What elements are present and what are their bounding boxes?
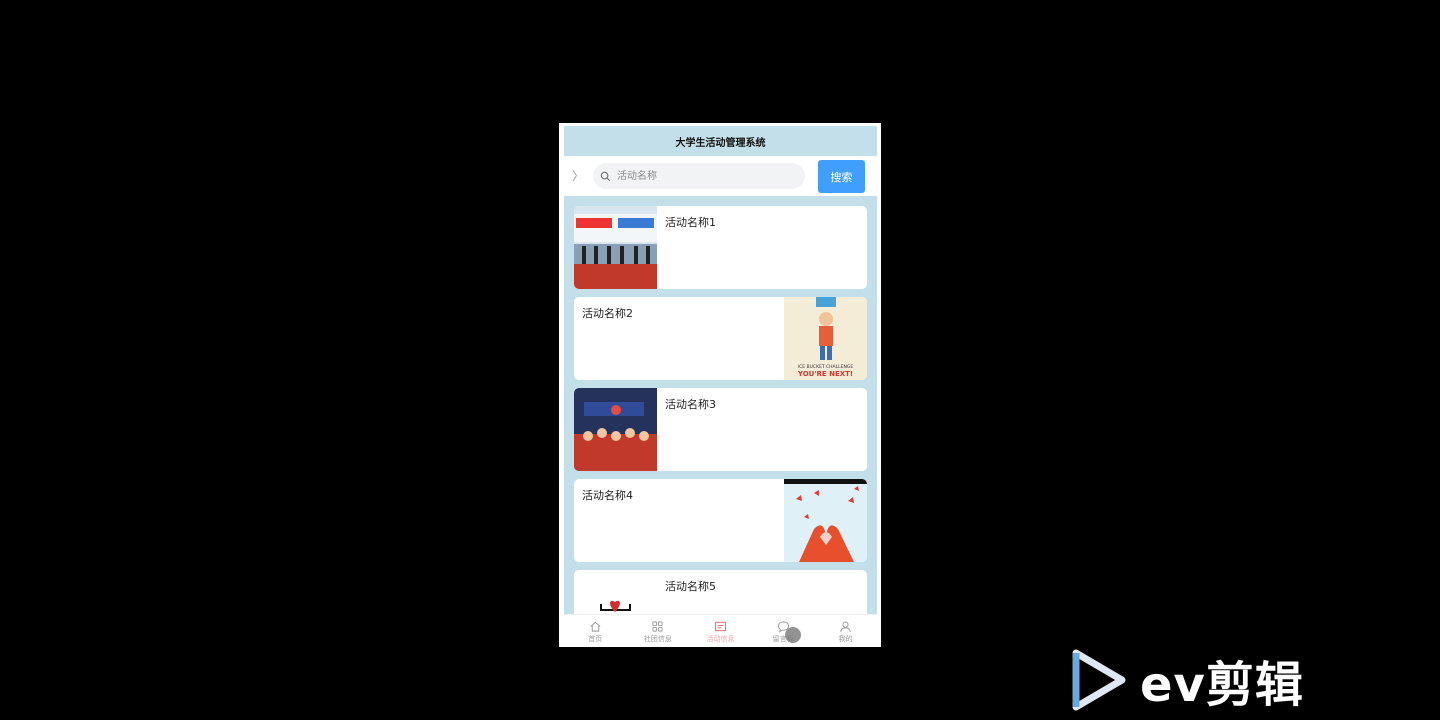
activity-name: 活动名称1 xyxy=(665,216,716,229)
tab-label: 社团信息 xyxy=(643,634,672,643)
poster-headline: YOU'RE NEXT! xyxy=(797,370,853,378)
activity-card[interactable]: 活动名称2 ICE BUCKET CHALLENGE YOU'RE NEXT! xyxy=(574,297,867,380)
activity-card[interactable]: 活动名称4 xyxy=(574,479,867,562)
activity-name: 活动名称5 xyxy=(665,580,716,593)
activity-name: 活动名称4 xyxy=(582,489,633,502)
search-button[interactable]: 搜索 xyxy=(818,160,865,193)
page-title: 大学生活动管理系统 xyxy=(564,126,877,156)
tab-label: 活动信息 xyxy=(706,634,735,643)
app-screen: 大学生活动管理系统 〉 搜索 xyxy=(564,126,877,647)
activity-card[interactable]: 活动名称3 xyxy=(574,388,867,471)
news-icon xyxy=(714,621,727,631)
heart-hands-butterflies xyxy=(784,479,867,562)
play-logo-icon xyxy=(1072,649,1126,711)
activity-card[interactable]: 活动名称1 xyxy=(574,206,867,289)
search-icon xyxy=(600,171,610,181)
ice-bucket-challenge-poster: ICE BUCKET CHALLENGE YOU'RE NEXT! xyxy=(784,297,867,380)
tab-activity-info[interactable]: 活动信息 xyxy=(689,615,752,647)
mouse-cursor xyxy=(785,627,801,643)
tab-club-info[interactable]: 社团信息 xyxy=(627,615,690,647)
home-icon xyxy=(590,621,601,632)
activity-name: 活动名称2 xyxy=(582,307,633,320)
tab-mine[interactable]: 我的 xyxy=(814,615,877,647)
search-field[interactable] xyxy=(593,163,805,189)
watermark-text: ev剪辑 xyxy=(1140,657,1304,713)
ev-watermark: ev剪辑 xyxy=(1070,645,1304,715)
event-ceremony-photo xyxy=(574,206,657,289)
activity-name: 活动名称3 xyxy=(665,398,716,411)
user-icon xyxy=(840,621,851,632)
search-bar: 〉 搜索 xyxy=(564,156,877,196)
tab-label: 我的 xyxy=(838,634,853,643)
tab-label: 首页 xyxy=(588,634,603,643)
tab-home[interactable]: 首页 xyxy=(564,615,627,647)
tab-message-board[interactable]: 留言板 xyxy=(752,615,815,647)
activity-list: 活动名称1 活动名称2 ICE BUCKET CHALLENGE YOU'RE … xyxy=(574,206,867,647)
group-photo xyxy=(574,388,657,471)
search-input[interactable] xyxy=(615,169,799,183)
phone-frame: 大学生活动管理系统 〉 搜索 xyxy=(559,123,881,647)
bottom-tab-bar: 首页 社团信息 活动信息 留言板 我的 xyxy=(564,614,877,647)
chevron-right-icon[interactable]: 〉 xyxy=(572,167,584,184)
grid-icon xyxy=(652,620,663,632)
